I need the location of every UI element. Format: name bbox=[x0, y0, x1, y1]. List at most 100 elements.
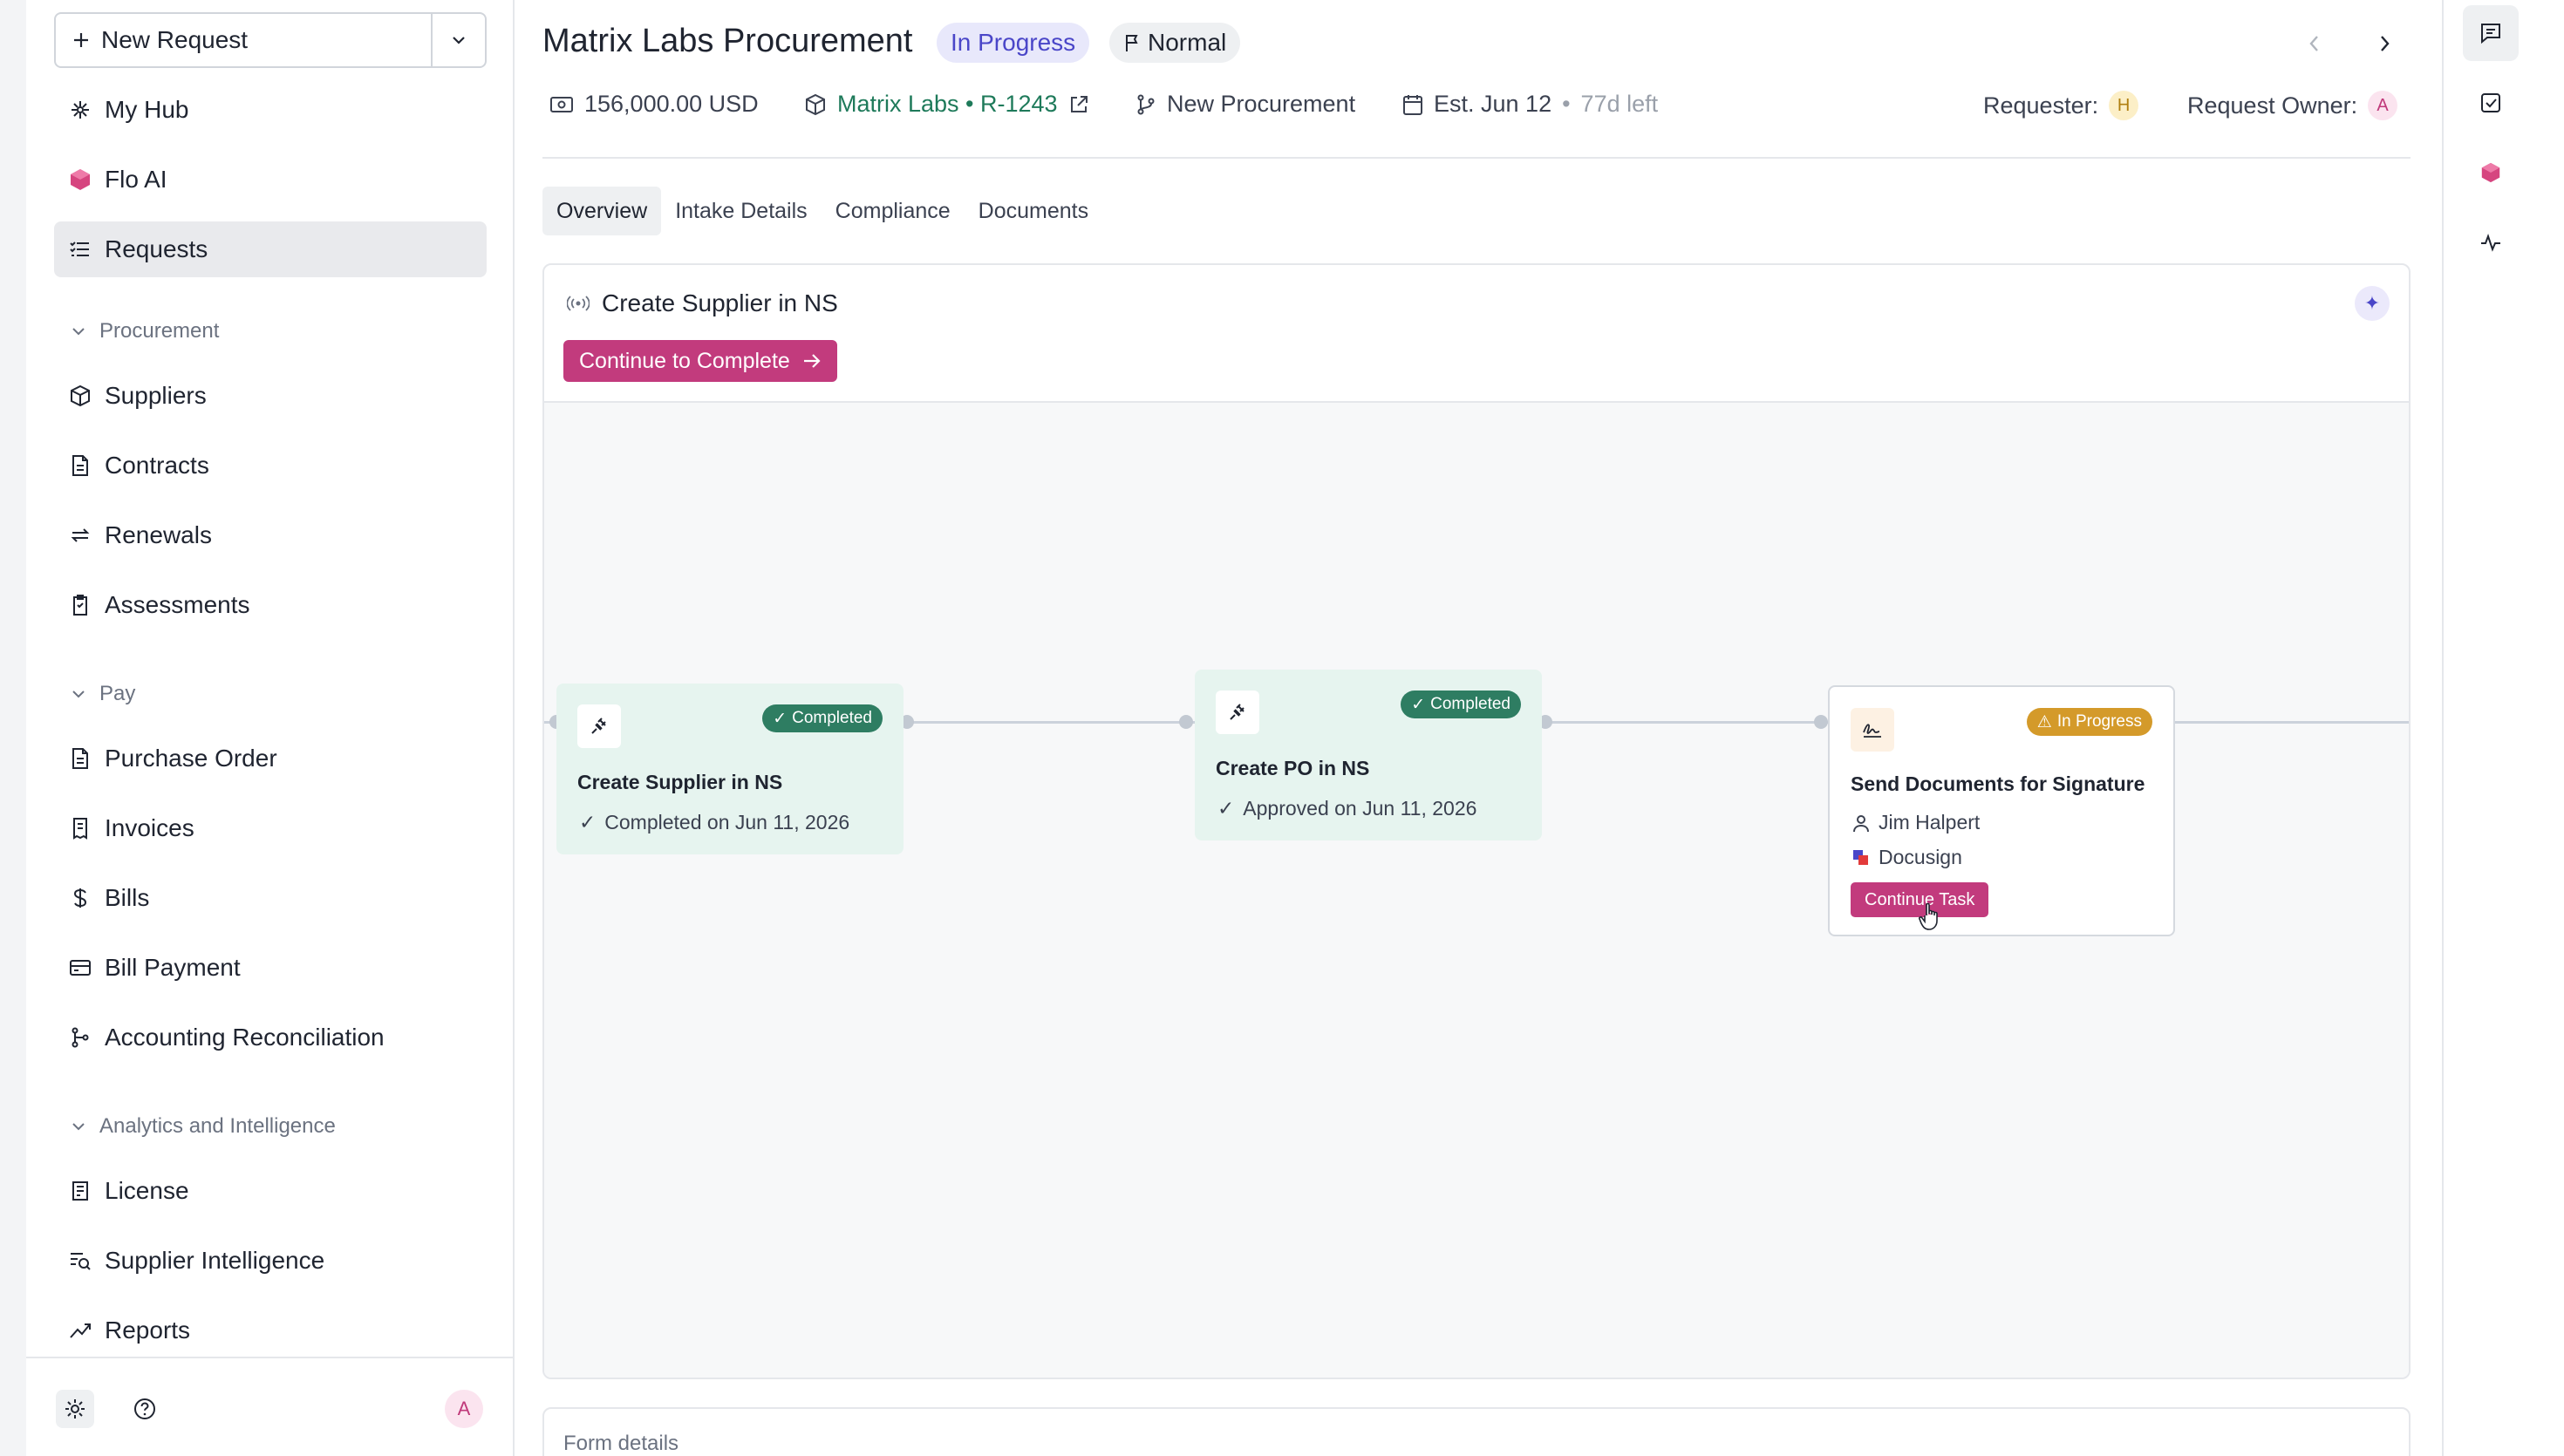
license-icon bbox=[68, 1179, 92, 1203]
tab-overview[interactable]: Overview bbox=[542, 187, 662, 235]
workflow-canvas[interactable]: ✓ Completed Create Supplier in NS ✓ Comple… bbox=[544, 403, 2409, 1378]
section-title: Procurement bbox=[99, 319, 220, 343]
sidebar-item-requests[interactable]: Requests bbox=[54, 221, 487, 277]
sidebar-item-supplier-intelligence[interactable]: Supplier Intelligence bbox=[54, 1233, 487, 1289]
completed-badge: ✓ Completed bbox=[762, 704, 883, 732]
request-owner-avatar[interactable]: A bbox=[2368, 91, 2398, 120]
plug-icon bbox=[1216, 691, 1259, 734]
chevron-down-icon bbox=[70, 685, 87, 703]
form-details-section[interactable]: Form details bbox=[542, 1407, 2411, 1456]
page-title: Matrix Labs Procurement bbox=[542, 23, 913, 59]
step-detail-text: Completed on Jun 11, 2026 bbox=[604, 811, 850, 833]
clipboard-icon bbox=[68, 593, 92, 617]
activity-icon bbox=[2479, 231, 2502, 254]
user-avatar[interactable]: A bbox=[445, 1390, 483, 1428]
section-procurement-toggle[interactable]: Procurement bbox=[70, 319, 219, 344]
sidebar-item-label: Assessments bbox=[105, 591, 250, 618]
search-list-icon bbox=[68, 1248, 92, 1273]
new-request-button[interactable]: New Request bbox=[56, 14, 431, 66]
amount-value: 156,000.00 USD bbox=[584, 91, 759, 117]
sidebar-item-label: Renewals bbox=[105, 521, 212, 548]
chevron-down-icon bbox=[70, 1118, 87, 1135]
tab-intake-details[interactable]: Intake Details bbox=[661, 187, 821, 235]
flo-ai-button[interactable] bbox=[2463, 145, 2519, 201]
request-type: New Procurement bbox=[1135, 91, 1355, 118]
next-request-button[interactable] bbox=[2367, 26, 2402, 61]
requester-label: Requester: bbox=[1983, 92, 2099, 119]
check-icon: ✓ bbox=[1217, 797, 1235, 820]
estimated-date-value: Est. Jun 12 bbox=[1434, 91, 1552, 117]
help-button[interactable] bbox=[126, 1390, 164, 1428]
step-integration: Docusign bbox=[1852, 846, 1962, 869]
sidebar-item-bills[interactable]: Bills bbox=[54, 870, 487, 926]
step-detail: ✓ Approved on Jun 11, 2026 bbox=[1217, 797, 1476, 820]
list-icon bbox=[68, 237, 92, 262]
workflow-step-card[interactable]: ⚠ In Progress Send Documents for Signatur… bbox=[1828, 685, 2175, 936]
sidebar-item-bill-payment[interactable]: Bill Payment bbox=[54, 940, 487, 996]
sidebar-item-contracts[interactable]: Contracts bbox=[54, 438, 487, 493]
tab-documents[interactable]: Documents bbox=[965, 187, 1102, 235]
previous-request-button[interactable] bbox=[2297, 26, 2332, 61]
sidebar-item-label: Suppliers bbox=[105, 382, 207, 409]
sidebar-item-label: Reports bbox=[105, 1317, 191, 1344]
supplier-link[interactable]: Matrix Labs • R-1243 bbox=[804, 91, 1089, 118]
request-type-label: New Procurement bbox=[1167, 91, 1356, 117]
workflow-step-card[interactable]: ✓ Completed Create Supplier in NS ✓ Comple… bbox=[556, 684, 904, 854]
step-detail-text: Approved on Jun 11, 2026 bbox=[1243, 797, 1477, 820]
section-title: Analytics and Intelligence bbox=[99, 1114, 336, 1138]
section-title: Pay bbox=[99, 682, 136, 705]
branch-icon bbox=[1135, 93, 1156, 116]
sidebar-item-flo-ai[interactable]: Flo AI bbox=[54, 152, 487, 208]
tab-compliance[interactable]: Compliance bbox=[822, 187, 965, 235]
activity-button[interactable] bbox=[2463, 214, 2519, 270]
badge-label: In Progress bbox=[2056, 712, 2142, 731]
completed-badge: ✓ Completed bbox=[1401, 691, 1521, 718]
integration-name: Docusign bbox=[1879, 846, 1962, 868]
sidebar-item-label: Invoices bbox=[105, 814, 194, 841]
requester-avatar[interactable]: H bbox=[2109, 91, 2139, 120]
request-owner-label: Request Owner: bbox=[2187, 92, 2358, 119]
tab-bar: Overview Intake Details Compliance Docum… bbox=[542, 187, 1102, 235]
continue-to-complete-button[interactable]: Continue to Complete bbox=[563, 340, 837, 382]
chevron-down-icon bbox=[449, 31, 468, 50]
sidebar-item-label: Purchase Order bbox=[105, 745, 277, 772]
priority-badge[interactable]: Normal bbox=[1109, 23, 1241, 63]
calendar-icon bbox=[1402, 93, 1423, 116]
step-title: Create PO in NS bbox=[1216, 757, 1370, 779]
gear-icon bbox=[63, 1397, 87, 1421]
sidebar-item-purchase-order[interactable]: Purchase Order bbox=[54, 731, 487, 786]
trend-icon bbox=[68, 1318, 92, 1343]
status-label: In Progress bbox=[951, 29, 1076, 56]
status-badge[interactable]: In Progress bbox=[937, 23, 1090, 63]
priority-label: Normal bbox=[1148, 29, 1227, 56]
new-request-dropdown[interactable] bbox=[431, 14, 485, 66]
hand-cursor-icon bbox=[1919, 901, 1945, 933]
request-detail: Matrix Labs Procurement In Progress Norm… bbox=[516, 0, 2461, 1456]
sidebar-item-label: Requests bbox=[105, 235, 208, 262]
section-analytics-toggle[interactable]: Analytics and Intelligence bbox=[70, 1114, 336, 1139]
sidebar-item-license[interactable]: License bbox=[54, 1163, 487, 1219]
tasks-button[interactable] bbox=[2463, 75, 2519, 131]
sidebar-item-label: Accounting Reconciliation bbox=[105, 1024, 385, 1051]
badge-label: Completed bbox=[792, 709, 872, 727]
workflow-step-card[interactable]: ✓ Completed Create PO in NS ✓ Approved on … bbox=[1195, 670, 1542, 840]
sidebar-item-my-hub[interactable]: My Hub bbox=[54, 82, 487, 138]
sidebar-item-invoices[interactable]: Invoices bbox=[54, 800, 487, 856]
sidebar-item-assessments[interactable]: Assessments bbox=[54, 577, 487, 633]
sidebar-item-renewals[interactable]: Renewals bbox=[54, 507, 487, 563]
broadcast-icon bbox=[567, 294, 590, 313]
ai-assist-button[interactable]: ✦ bbox=[2355, 286, 2390, 321]
new-request-split-button: New Request bbox=[54, 12, 487, 68]
arrow-right-icon bbox=[802, 352, 822, 370]
document-icon bbox=[68, 453, 92, 478]
chevron-down-icon bbox=[70, 323, 87, 340]
workflow-panel: Create Supplier in NS Continue to Comple… bbox=[542, 263, 2411, 1379]
settings-button[interactable] bbox=[56, 1390, 94, 1428]
sidebar-item-reports[interactable]: Reports bbox=[54, 1303, 487, 1358]
sidebar-item-suppliers[interactable]: Suppliers bbox=[54, 368, 487, 424]
section-pay-toggle[interactable]: Pay bbox=[70, 682, 135, 706]
sidebar-item-accounting-reconciliation[interactable]: Accounting Reconciliation bbox=[54, 1010, 487, 1065]
comments-button[interactable] bbox=[2463, 5, 2519, 61]
connector-dot bbox=[1179, 715, 1193, 729]
plug-icon bbox=[577, 704, 621, 748]
